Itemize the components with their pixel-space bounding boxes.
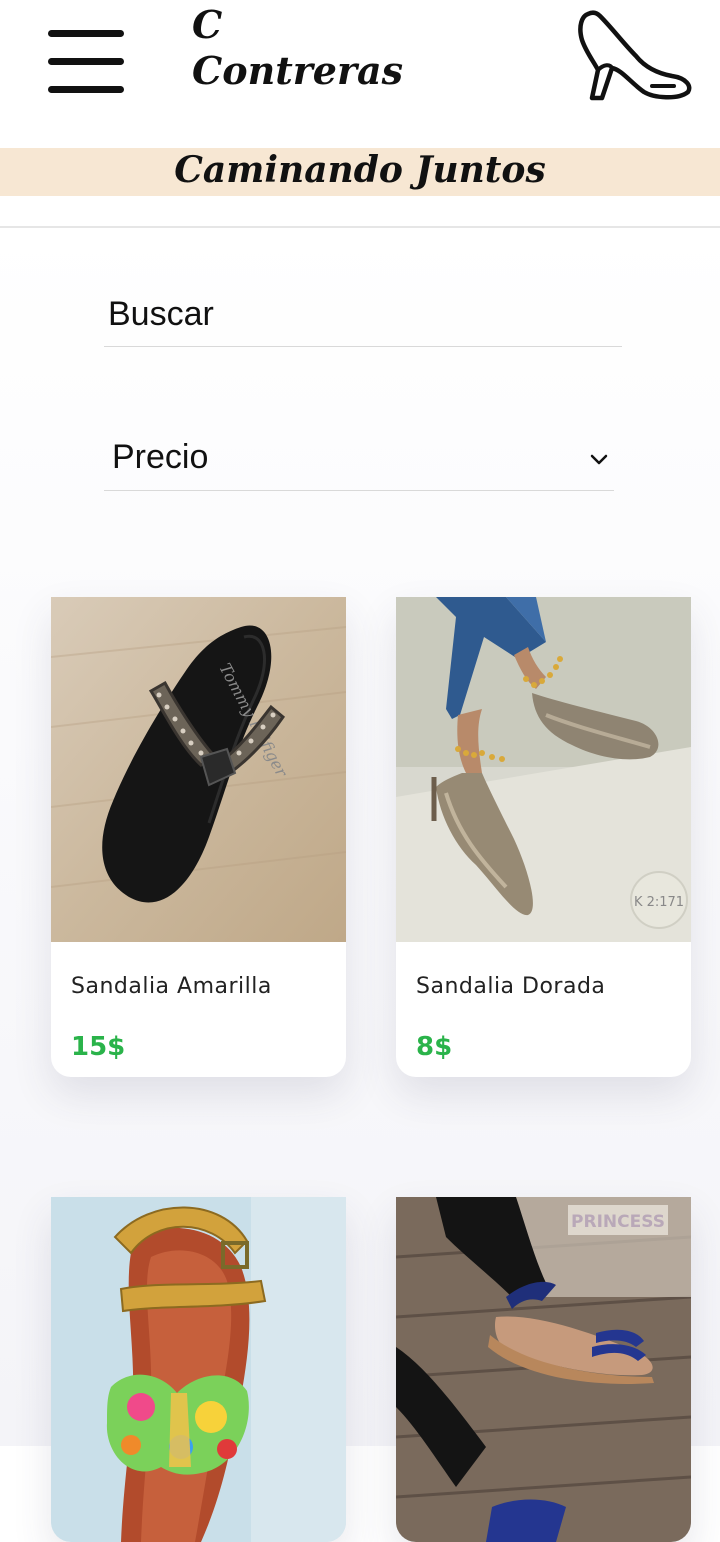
product-price: 15$ bbox=[71, 1032, 126, 1062]
product-name: Sandalia Amarilla bbox=[71, 974, 272, 999]
price-filter-select[interactable]: Precio bbox=[104, 432, 614, 491]
product-card-body: Sandalia Amarilla 15$ bbox=[51, 942, 346, 1077]
price-filter-value: Precio bbox=[112, 438, 209, 476]
product-image[interactable]: K 2:171 bbox=[396, 597, 691, 942]
product-name: Sandalia Dorada bbox=[416, 974, 606, 999]
tagline-banner: Caminando Juntos bbox=[0, 148, 720, 196]
chevron-down-icon bbox=[590, 454, 608, 465]
catalog-content: Precio Tommy Hilfiger bbox=[0, 228, 720, 1542]
product-card[interactable]: K 2:171 Sandalia Dorada 8$ bbox=[396, 597, 691, 1077]
product-image[interactable]: PRINCESS bbox=[396, 1197, 691, 1542]
tagline-text: Caminando Juntos bbox=[174, 149, 546, 191]
high-heel-shoe-icon bbox=[578, 10, 692, 101]
search-field bbox=[104, 286, 622, 347]
app-header: C Contreras bbox=[0, 0, 720, 148]
photo-watermark: K 2:171 bbox=[634, 895, 684, 910]
princess-logo-text: PRINCESS bbox=[571, 1212, 665, 1232]
product-card-body: Sandalia Dorada 8$ bbox=[396, 942, 691, 1077]
brand-name: C Contreras bbox=[192, 2, 403, 94]
brand-initial: C bbox=[192, 2, 223, 47]
product-card[interactable] bbox=[51, 1197, 346, 1542]
product-image[interactable] bbox=[51, 1197, 346, 1542]
product-card[interactable]: PRINCESS bbox=[396, 1197, 691, 1542]
product-card[interactable]: Tommy Hilfiger Sandalia Amarilla 15$ bbox=[51, 597, 346, 1077]
brand-surname: Contreras bbox=[192, 48, 404, 93]
search-input[interactable] bbox=[108, 286, 608, 342]
product-image[interactable]: Tommy Hilfiger bbox=[51, 597, 346, 942]
product-price: 8$ bbox=[416, 1032, 453, 1062]
hamburger-menu-icon[interactable] bbox=[48, 28, 126, 98]
